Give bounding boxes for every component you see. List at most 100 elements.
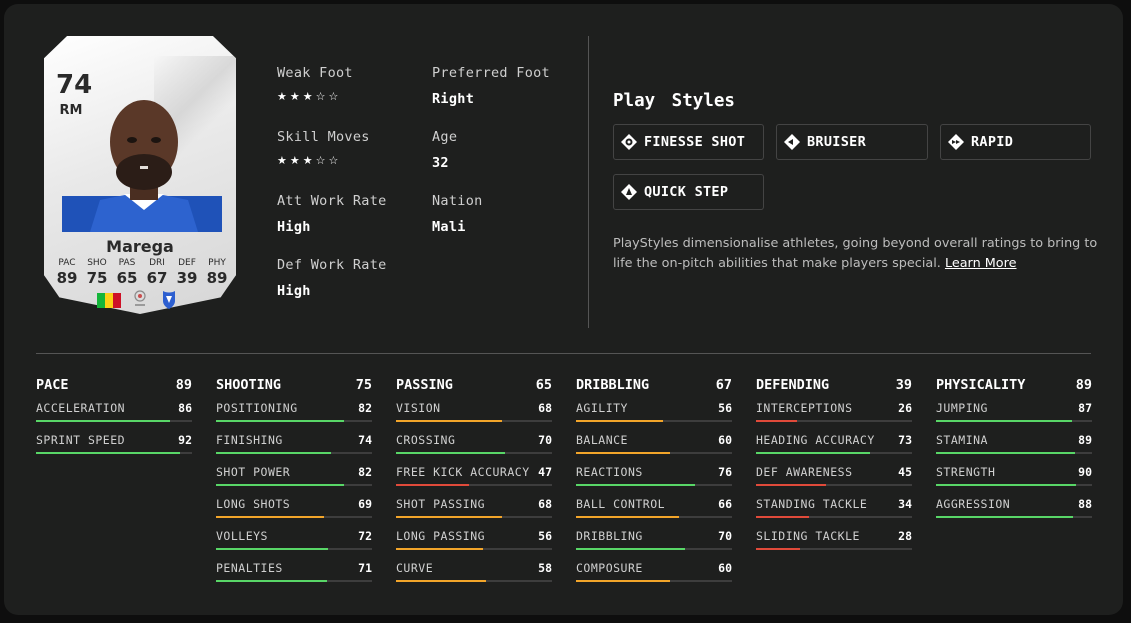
card-stat-label: PHY (208, 258, 226, 268)
stat-name: STAMINA (936, 433, 988, 447)
playstyle-label: QUICK STEP (644, 184, 729, 200)
stat-group-header: SHOOTING 75 (216, 376, 372, 394)
playstyle-label: RAPID (971, 134, 1014, 150)
stat-row: STANDING TACKLE 34 (756, 490, 912, 522)
age-label: Age (432, 129, 458, 145)
stat-group-physicality: PHYSICALITY 89 JUMPING 87 STAMINA 89 STRENGTH 9… (936, 376, 1092, 522)
stat-bar-fill (216, 516, 324, 518)
stat-bar-track (936, 452, 1092, 454)
stat-bar-track (36, 420, 192, 422)
club-badge-icon (163, 291, 175, 309)
rapid-icon (947, 133, 965, 151)
stat-row: VOLLEYS 72 (216, 522, 372, 554)
stat-value: 74 (358, 433, 372, 447)
stat-bar-fill (936, 516, 1074, 518)
stat-value: 82 (358, 465, 372, 479)
stat-name: BALANCE (576, 433, 628, 447)
stat-bar-fill (756, 420, 797, 422)
stat-value: 34 (898, 497, 912, 511)
stat-group-header: PASSING 65 (396, 376, 552, 394)
def-work-rate-label: Def Work Rate (277, 257, 387, 273)
card-stat-value: 75 (86, 269, 108, 287)
stat-bar-track (396, 516, 552, 518)
quick-step-icon (620, 183, 638, 201)
stat-value: 82 (358, 401, 372, 415)
stat-value: 68 (538, 401, 552, 415)
stat-group-header: PHYSICALITY 89 (936, 376, 1092, 394)
card-stat-label: SHO (87, 258, 107, 268)
playstyle-bruiser[interactable]: BRUISER (776, 124, 928, 160)
stat-value: 90 (1078, 465, 1092, 479)
stat-bar-fill (396, 452, 506, 454)
stat-value: 92 (178, 433, 192, 447)
stat-bar-fill (936, 420, 1072, 422)
stat-bar-fill (756, 452, 870, 454)
card-stat-value: 89 (206, 269, 228, 287)
stat-value: 72 (358, 529, 372, 543)
preferred-foot-label: Preferred Foot (432, 65, 550, 81)
stat-bar-fill (216, 484, 344, 486)
stat-bar-fill (396, 484, 470, 486)
stat-bar-fill (36, 420, 171, 422)
mali-flag-icon (97, 293, 121, 308)
stat-row: BALL CONTROL 66 (576, 490, 732, 522)
age-value: 32 (432, 155, 449, 171)
stat-bar-fill (576, 580, 670, 582)
playstyle-rapid[interactable]: RAPID (940, 124, 1091, 160)
stat-value: 76 (718, 465, 732, 479)
stat-bar-track (756, 452, 912, 454)
stat-bar-track (216, 548, 372, 550)
card-stat-pac: PAC 89 (54, 258, 80, 287)
stat-row: FINISHING 74 (216, 426, 372, 458)
stat-group-dribbling: DRIBBLING 67 AGILITY 56 BALANCE 60 REACTIONS 76… (576, 376, 732, 586)
stat-group-value: 39 (895, 377, 912, 393)
def-work-rate-value: High (277, 283, 311, 299)
card-stat-value: 39 (176, 269, 198, 287)
stat-name: INTERCEPTIONS (756, 401, 853, 415)
stat-row: SLIDING TACKLE 28 (756, 522, 912, 554)
card-overall-rating: 74 (56, 70, 93, 100)
stat-value: 70 (538, 433, 552, 447)
playstyle-quick-step[interactable]: QUICK STEP (613, 174, 764, 210)
stat-name: ACCELERATION (36, 401, 126, 415)
skill-moves-label: Skill Moves (277, 129, 370, 145)
card-stat-dri: DRI 67 (144, 258, 170, 287)
stat-name: HEADING ACCURACY (756, 433, 875, 447)
stat-name: STANDING TACKLE (756, 497, 868, 511)
card-stat-value: 89 (56, 269, 78, 287)
stat-value: 56 (538, 529, 552, 543)
stat-name: PENALTIES (216, 561, 283, 575)
vertical-divider (588, 36, 589, 328)
stat-row: CURVE 58 (396, 554, 552, 586)
stat-name: AGGRESSION (936, 497, 1011, 511)
stat-group-value: 89 (1075, 377, 1092, 393)
stat-bar-track (216, 484, 372, 486)
stat-value: 69 (358, 497, 372, 511)
playstyle-finesse-shot[interactable]: FINESSE SHOT (613, 124, 764, 160)
stat-row: DRIBBLING 70 (576, 522, 732, 554)
learn-more-link[interactable]: Learn More (945, 256, 1017, 271)
stat-bar-fill (756, 548, 800, 550)
weak-foot-stars-icon: ★★★☆☆ (277, 90, 342, 103)
stat-bar-fill (576, 420, 664, 422)
stat-bar-track (936, 516, 1092, 518)
stat-group-name: DEFENDING (756, 377, 830, 393)
stat-name: SHOT PASSING (396, 497, 486, 511)
card-stat-value: 65 (116, 269, 138, 287)
stat-bar-track (756, 420, 912, 422)
stat-name: POSITIONING (216, 401, 298, 415)
playstyles-title: Play Styles (613, 91, 735, 111)
stat-bar-track (936, 484, 1092, 486)
stat-bar-track (576, 420, 732, 422)
stat-group-name: PASSING (396, 377, 453, 393)
stat-bar-fill (756, 516, 810, 518)
stat-value: 68 (538, 497, 552, 511)
stat-group-header: PACE 89 (36, 376, 192, 394)
stat-name: STRENGTH (936, 465, 996, 479)
stat-name: SHOT POWER (216, 465, 291, 479)
stat-row: ACCELERATION 86 (36, 394, 192, 426)
stat-row: JUMPING 87 (936, 394, 1092, 426)
bruiser-icon (783, 133, 801, 151)
stat-value: 73 (898, 433, 912, 447)
card-stat-label: DRI (149, 258, 165, 268)
